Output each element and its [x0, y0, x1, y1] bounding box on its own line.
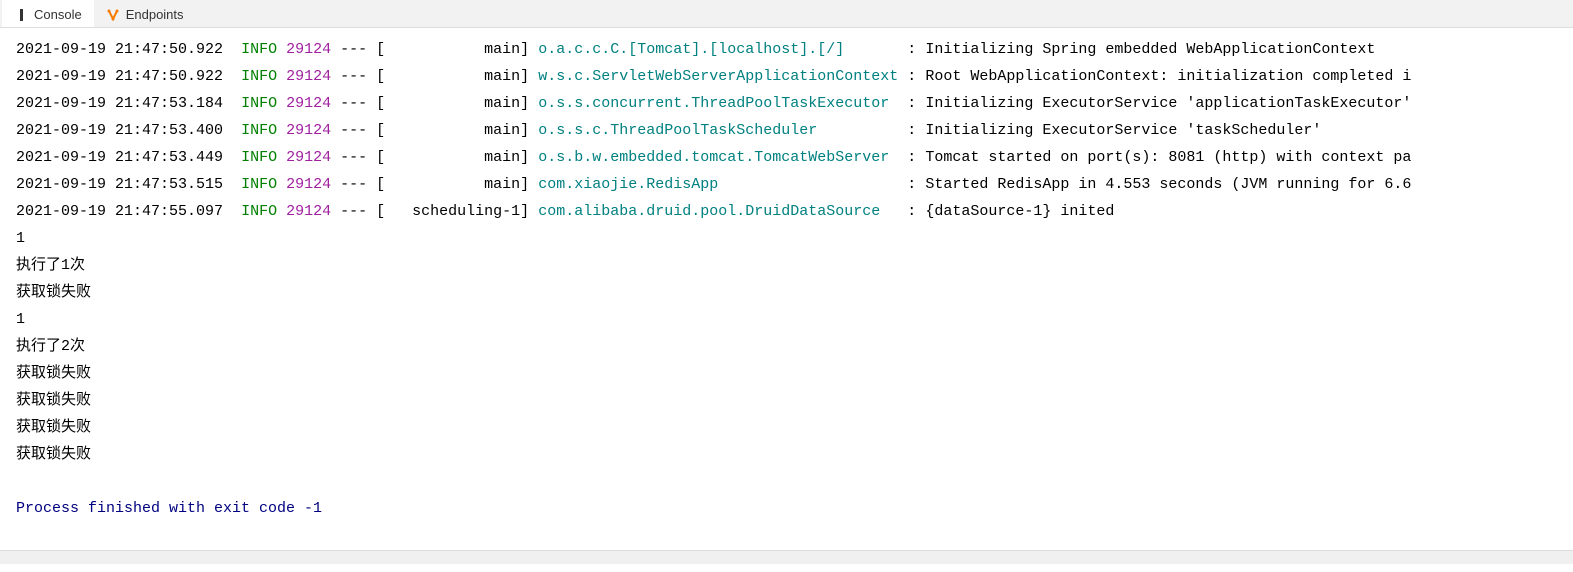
log-line: 执行了1次	[16, 252, 1557, 279]
log-line: 获取锁失败	[16, 414, 1557, 441]
log-line: 2021-09-19 21:47:55.097 INFO 29124 --- […	[16, 198, 1557, 225]
log-line	[16, 468, 1557, 495]
tab-endpoints[interactable]: Endpoints	[94, 0, 196, 27]
log-line: 1	[16, 306, 1557, 333]
log-line: 2021-09-19 21:47:53.184 INFO 29124 --- […	[16, 90, 1557, 117]
tab-console-label: Console	[34, 7, 82, 22]
log-line: 1	[16, 225, 1557, 252]
tabs-bar: Console Endpoints	[0, 0, 1573, 28]
log-line: 2021-09-19 21:47:53.400 INFO 29124 --- […	[16, 117, 1557, 144]
log-line: 获取锁失败	[16, 441, 1557, 468]
endpoints-icon	[106, 8, 120, 22]
log-line: 执行了2次	[16, 333, 1557, 360]
log-line: 2021-09-19 21:47:50.922 INFO 29124 --- […	[16, 63, 1557, 90]
tab-console[interactable]: Console	[2, 0, 94, 27]
horizontal-scrollbar[interactable]	[0, 550, 1573, 564]
console-output[interactable]: 2021-09-19 21:47:50.922 INFO 29124 --- […	[0, 28, 1573, 530]
log-line: Process finished with exit code -1	[16, 495, 1557, 522]
log-line: 2021-09-19 21:47:50.922 INFO 29124 --- […	[16, 36, 1557, 63]
log-line: 2021-09-19 21:47:53.449 INFO 29124 --- […	[16, 144, 1557, 171]
log-line: 获取锁失败	[16, 387, 1557, 414]
console-icon	[14, 8, 28, 22]
tab-endpoints-label: Endpoints	[126, 7, 184, 22]
log-line: 获取锁失败	[16, 279, 1557, 306]
log-line: 获取锁失败	[16, 360, 1557, 387]
log-line: 2021-09-19 21:47:53.515 INFO 29124 --- […	[16, 171, 1557, 198]
